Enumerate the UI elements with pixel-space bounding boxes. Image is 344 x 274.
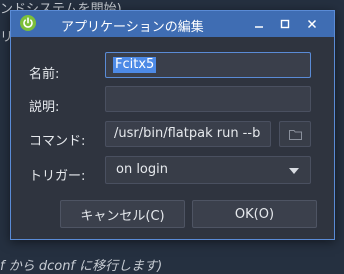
description-input[interactable] <box>105 86 311 112</box>
maximize-icon <box>280 19 290 29</box>
trigger-dropdown[interactable]: on login <box>105 156 311 184</box>
minimize-icon <box>255 26 263 28</box>
close-icon <box>307 19 317 29</box>
trigger-label: トリガー: <box>29 169 86 184</box>
dialog-title: アプリケーションの編集 <box>61 20 204 35</box>
name-label: 名前: <box>29 67 60 82</box>
description-label: 説明: <box>29 100 60 115</box>
name-value: Fcitx5 <box>113 57 157 73</box>
cancel-button[interactable]: キャンセル(C) <box>60 200 185 228</box>
close-button[interactable] <box>303 15 321 33</box>
command-value: /usr/bin/flatpak run --b <box>114 126 261 141</box>
chevron-down-icon <box>289 168 299 174</box>
edit-application-dialog: アプリケーションの編集 名前: Fcitx5 説明: コマンド: /usr/bi… <box>10 10 335 240</box>
title-bar[interactable]: アプリケーションの編集 <box>11 11 334 37</box>
minimize-button[interactable] <box>250 15 268 33</box>
folder-icon <box>289 130 302 140</box>
maximize-button[interactable] <box>276 15 294 33</box>
command-label: コマンド: <box>29 134 86 149</box>
command-input[interactable]: /usr/bin/flatpak run --b <box>105 121 271 147</box>
browse-button[interactable] <box>279 121 311 147</box>
trigger-value: on login <box>116 162 168 177</box>
name-input[interactable]: Fcitx5 <box>105 52 311 78</box>
background-text-bottom: f から dconf に移行します) <box>0 259 163 274</box>
power-icon <box>20 15 36 31</box>
ok-button[interactable]: OK(O) <box>192 200 317 228</box>
